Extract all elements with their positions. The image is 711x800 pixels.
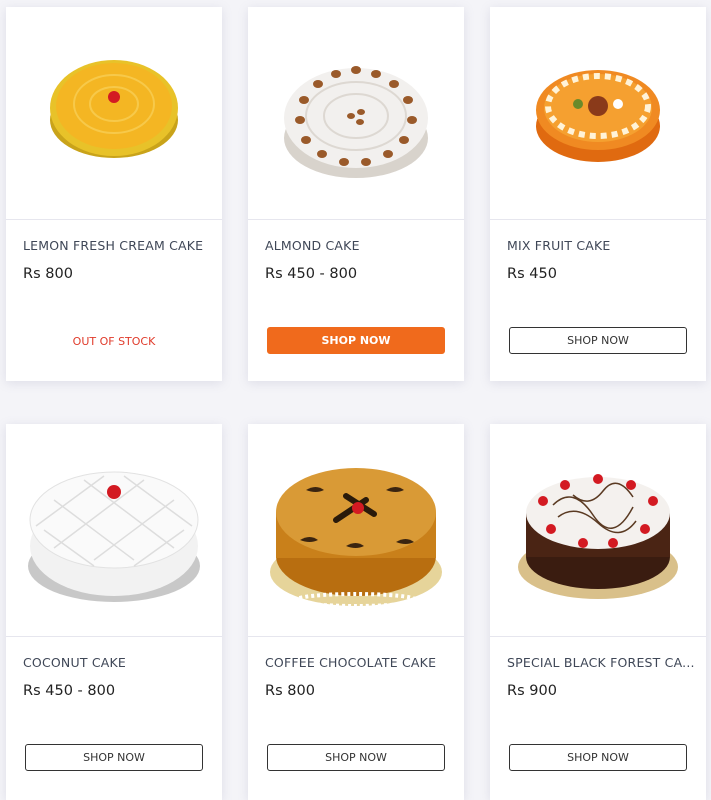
- product-title[interactable]: COFFEE CHOCOLATE CAKE: [265, 655, 455, 670]
- product-image[interactable]: [6, 424, 222, 637]
- product-title[interactable]: SPECIAL BLACK FOREST CA...: [507, 655, 697, 670]
- product-card-coconut-cake[interactable]: COCONUT CAKE Rs 450 - 800 SHOP NOW: [6, 424, 222, 800]
- product-price: Rs 450 - 800: [265, 266, 358, 282]
- shop-now-button[interactable]: SHOP NOW: [25, 744, 203, 771]
- cake-icon: [284, 66, 428, 178]
- cake-icon: [536, 70, 660, 162]
- cake-icon: [518, 474, 678, 599]
- product-image[interactable]: [490, 7, 706, 220]
- cake-icon: [270, 468, 442, 608]
- product-card-almond-cake[interactable]: ALMOND CAKE Rs 450 - 800 SHOP NOW: [248, 7, 464, 381]
- product-image[interactable]: [490, 424, 706, 637]
- product-image[interactable]: [6, 7, 222, 220]
- product-card-lemon-fresh-cream-cake[interactable]: LEMON FRESH CREAM CAKE Rs 800 OUT OF STO…: [6, 7, 222, 381]
- product-price: Rs 800: [265, 683, 315, 699]
- product-card-mix-fruit-cake[interactable]: MIX FRUIT CAKE Rs 450 SHOP NOW: [490, 7, 706, 381]
- product-price: Rs 450: [507, 266, 557, 282]
- product-title[interactable]: LEMON FRESH CREAM CAKE: [23, 238, 213, 253]
- product-card-special-black-forest-cake[interactable]: SPECIAL BLACK FOREST CA... Rs 900 SHOP N…: [490, 424, 706, 800]
- cake-icon: [28, 471, 200, 602]
- product-image[interactable]: [248, 424, 464, 637]
- product-grid: LEMON FRESH CREAM CAKE Rs 800 OUT OF STO…: [0, 0, 711, 800]
- shop-now-button[interactable]: SHOP NOW: [267, 327, 445, 354]
- cake-icon: [50, 60, 178, 158]
- product-image[interactable]: [248, 7, 464, 220]
- product-title[interactable]: MIX FRUIT CAKE: [507, 238, 697, 253]
- product-card-coffee-chocolate-cake[interactable]: COFFEE CHOCOLATE CAKE Rs 800 SHOP NOW: [248, 424, 464, 800]
- shop-now-button[interactable]: SHOP NOW: [509, 327, 687, 354]
- out-of-stock-label: OUT OF STOCK: [72, 335, 156, 348]
- product-price: Rs 800: [23, 266, 73, 282]
- shop-now-button[interactable]: SHOP NOW: [267, 744, 445, 771]
- product-price: Rs 450 - 800: [23, 683, 116, 699]
- shop-now-button[interactable]: SHOP NOW: [509, 744, 687, 771]
- product-price: Rs 900: [507, 683, 557, 699]
- product-title[interactable]: COCONUT CAKE: [23, 655, 213, 670]
- product-title[interactable]: ALMOND CAKE: [265, 238, 455, 253]
